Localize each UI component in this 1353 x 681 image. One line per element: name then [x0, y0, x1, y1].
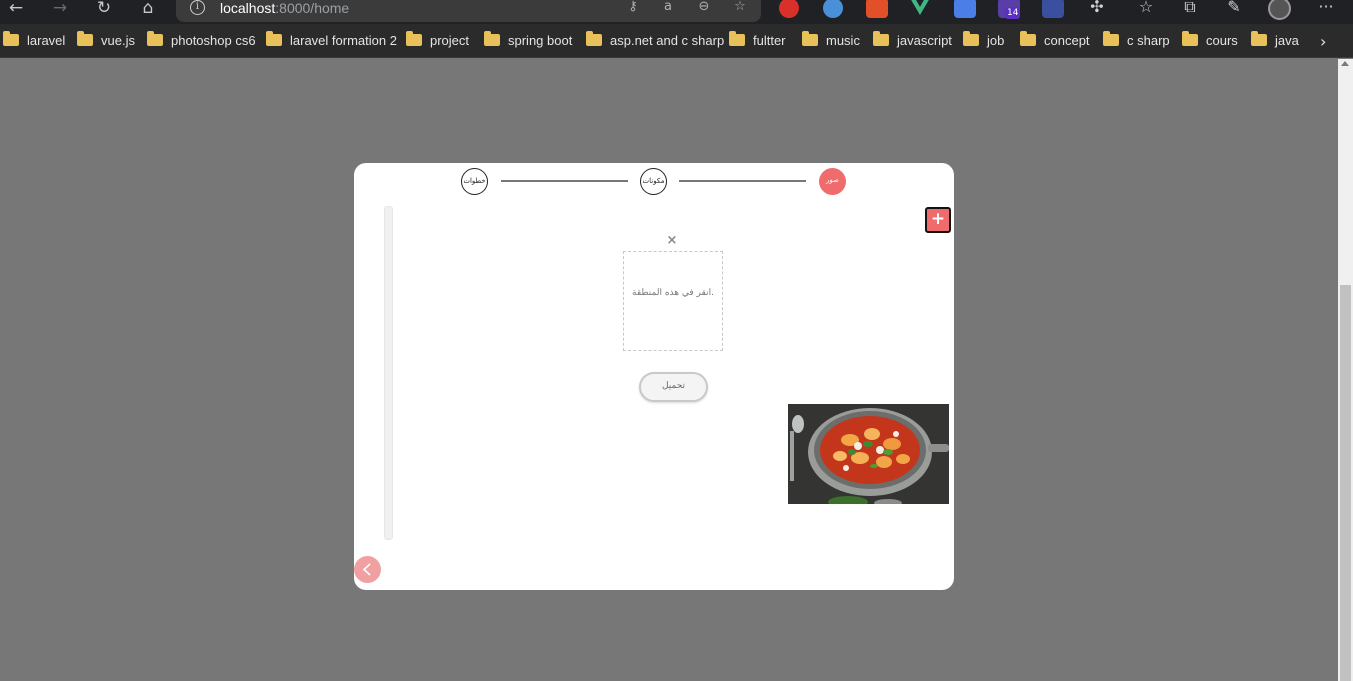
remove-dropzone-icon[interactable]: ×: [666, 234, 678, 248]
more-menu-icon[interactable]: ···: [1315, 0, 1337, 19]
chevron-right-icon[interactable]: ›: [1320, 32, 1326, 51]
forward-arrow-icon[interactable]: →: [47, 0, 73, 18]
bookmark-folder[interactable]: project: [406, 31, 469, 50]
extension-blue-icon[interactable]: [823, 0, 843, 18]
folder-icon: [1020, 31, 1036, 46]
bookmark-folder[interactable]: music: [802, 31, 860, 50]
back-arrow-icon[interactable]: ←: [3, 0, 29, 18]
collections-icon[interactable]: ⧉: [1179, 0, 1201, 19]
extension-purple-icon[interactable]: 14: [998, 0, 1021, 19]
read-aloud-icon[interactable]: a: [659, 0, 677, 16]
extension-navy-icon[interactable]: [1042, 0, 1064, 18]
extension-badge: 14: [1005, 7, 1021, 19]
step-connector: [501, 180, 628, 182]
folder-icon: [3, 31, 19, 46]
step-connector: [679, 180, 806, 182]
folder-icon: [1103, 31, 1119, 46]
step-images[interactable]: صور: [819, 168, 846, 195]
folder-icon: [77, 31, 93, 46]
folder-icon: [406, 31, 422, 46]
favorite-add-icon[interactable]: ☆: [731, 0, 749, 16]
bookmark-folder[interactable]: java: [1251, 31, 1299, 50]
profile-avatar[interactable]: [1268, 0, 1291, 20]
site-info-icon[interactable]: i: [190, 0, 205, 15]
bookmark-folder[interactable]: c sharp: [1103, 31, 1170, 50]
folder-icon: [1182, 31, 1198, 46]
add-image-button[interactable]: +: [925, 207, 951, 233]
page-scrollbar[interactable]: [1338, 59, 1353, 681]
scroll-up-arrow-icon[interactable]: [1341, 61, 1349, 66]
previous-step-button[interactable]: [354, 556, 381, 583]
recipe-modal: خطوات مكونات صور + × انقر في هذه المنطقة…: [354, 163, 954, 590]
extension-orange-icon[interactable]: [866, 0, 888, 18]
bookmark-folder[interactable]: vue.js: [77, 31, 135, 50]
address-url[interactable]: localhost:8000/home: [220, 0, 349, 16]
home-icon[interactable]: ⌂: [135, 0, 161, 18]
side-scroll-rail[interactable]: [384, 206, 393, 540]
folder-icon: [147, 31, 163, 46]
bookmark-folder[interactable]: cours: [1182, 31, 1238, 50]
zoom-icon[interactable]: ⊖: [695, 0, 713, 16]
bookmark-folder[interactable]: job: [963, 31, 1004, 50]
bookmark-folder[interactable]: fultter: [729, 31, 786, 50]
address-bar[interactable]: i localhost:8000/home ⚷ a ⊖ ☆: [176, 0, 761, 22]
bookmark-folder[interactable]: asp.net and c sharp: [586, 31, 724, 50]
folder-icon: [1251, 31, 1267, 46]
folder-icon: [802, 31, 818, 46]
bookmark-folder[interactable]: laravel formation 2: [266, 31, 397, 50]
bookmark-folder[interactable]: concept: [1020, 31, 1090, 50]
scrollbar-thumb[interactable]: [1340, 285, 1351, 681]
extension-red-icon[interactable]: [779, 0, 799, 18]
step-ingredients[interactable]: مكونات: [640, 168, 667, 195]
bookmarks-bar: laravel vue.js photoshop cs6 laravel for…: [0, 24, 1353, 58]
bookmark-folder[interactable]: spring boot: [484, 31, 572, 50]
folder-icon: [586, 31, 602, 46]
upload-button[interactable]: تحميل: [639, 372, 708, 402]
step-instructions[interactable]: خطوات: [461, 168, 488, 195]
dropzone-hint: انقر في هذه المنطقة.: [632, 288, 714, 298]
folder-icon: [963, 31, 979, 46]
folder-icon: [873, 31, 889, 46]
bookmark-folder[interactable]: photoshop cs6: [147, 31, 256, 50]
feedback-icon[interactable]: ✎: [1223, 0, 1245, 19]
bookmark-folder[interactable]: laravel: [3, 31, 65, 50]
image-dropzone[interactable]: انقر في هذه المنطقة.: [623, 251, 723, 351]
favorites-icon[interactable]: ☆: [1135, 0, 1157, 19]
browser-toolbar: ← → ↻ ⌂ i localhost:8000/home ⚷ a ⊖ ☆ 14…: [0, 0, 1353, 24]
folder-icon: [729, 31, 745, 46]
google-translate-icon[interactable]: [954, 0, 976, 18]
refresh-icon[interactable]: ↻: [91, 0, 117, 18]
vue-devtools-icon[interactable]: [910, 0, 930, 18]
folder-icon: [266, 31, 282, 46]
key-icon[interactable]: ⚷: [624, 0, 642, 16]
folder-icon: [484, 31, 500, 46]
bookmark-folder[interactable]: javascript: [873, 31, 952, 50]
extensions-puzzle-icon[interactable]: ✣: [1086, 0, 1108, 19]
food-image: [788, 404, 949, 504]
chevron-left-icon: [362, 563, 371, 576]
